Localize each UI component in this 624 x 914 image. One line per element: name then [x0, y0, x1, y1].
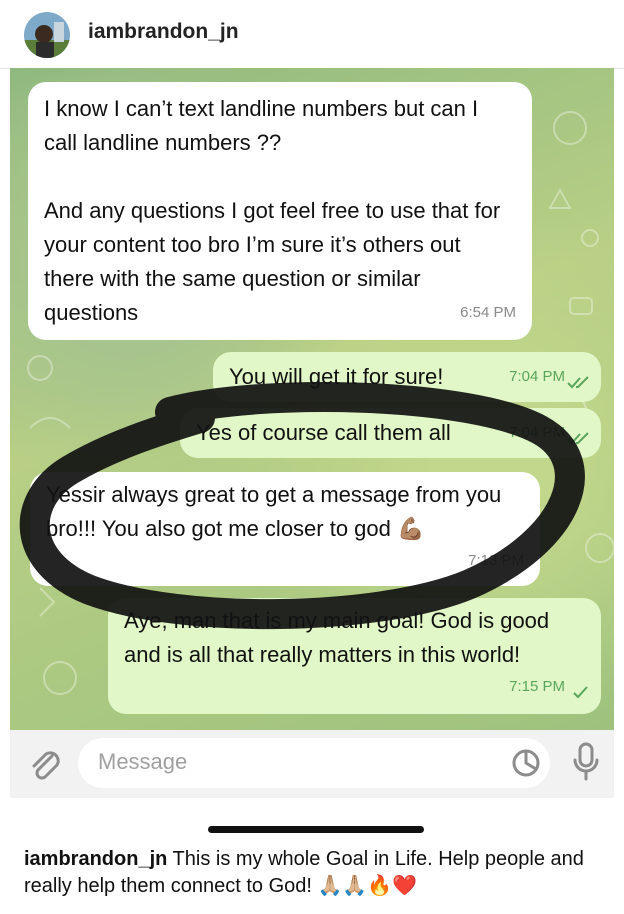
message-input[interactable]: Message: [78, 738, 550, 788]
double-check-icon: [567, 432, 589, 445]
message-text: Aye, man that is my main goal! God is go…: [124, 608, 556, 667]
chat-area: I know I can’t text landline numbers but…: [10, 68, 614, 730]
message-time: 7:13 PM: [468, 552, 524, 569]
paperclip-icon[interactable]: [28, 746, 62, 782]
message-text: Yessir always great to get a message fro…: [46, 482, 508, 541]
message-bubble-outgoing[interactable]: You will get it for sure! 7:04 PM: [213, 352, 601, 402]
message-time: 7:04 PM: [509, 368, 565, 385]
message-text: I know I can’t text landline numbers but…: [44, 96, 501, 325]
message-bubble-outgoing[interactable]: Yes of course call them all 7:04 PM: [180, 408, 601, 458]
message-time: 7:04 PM: [509, 424, 565, 441]
home-indicator: [208, 826, 424, 833]
message-text: You will get it for sure!: [229, 364, 444, 389]
avatar[interactable]: [24, 12, 70, 58]
message-text: Yes of course call them all: [196, 420, 451, 445]
message-composer: Message: [10, 730, 614, 798]
microphone-icon[interactable]: [572, 742, 600, 782]
sticker-icon[interactable]: [512, 749, 540, 777]
caption-username[interactable]: iambrandon_jn: [24, 848, 167, 870]
single-check-icon: [573, 686, 588, 699]
message-bubble-incoming[interactable]: I know I can’t text landline numbers but…: [28, 82, 532, 340]
message-input-placeholder: Message: [98, 749, 188, 774]
chat-header: iambrandon_jn: [0, 0, 624, 69]
double-check-icon: [567, 376, 589, 389]
post-caption: iambrandon_jn This is my whole Goal in L…: [24, 846, 604, 900]
flexed-biceps-emoji: 💪🏽: [397, 516, 425, 541]
message-time: 6:54 PM: [460, 304, 516, 321]
contact-name[interactable]: iambrandon_jn: [88, 20, 239, 44]
message-bubble-incoming[interactable]: Yessir always great to get a message fro…: [30, 472, 540, 586]
message-time: 7:15 PM: [509, 678, 565, 695]
message-bubble-outgoing[interactable]: Aye, man that is my main goal! God is go…: [108, 598, 601, 714]
